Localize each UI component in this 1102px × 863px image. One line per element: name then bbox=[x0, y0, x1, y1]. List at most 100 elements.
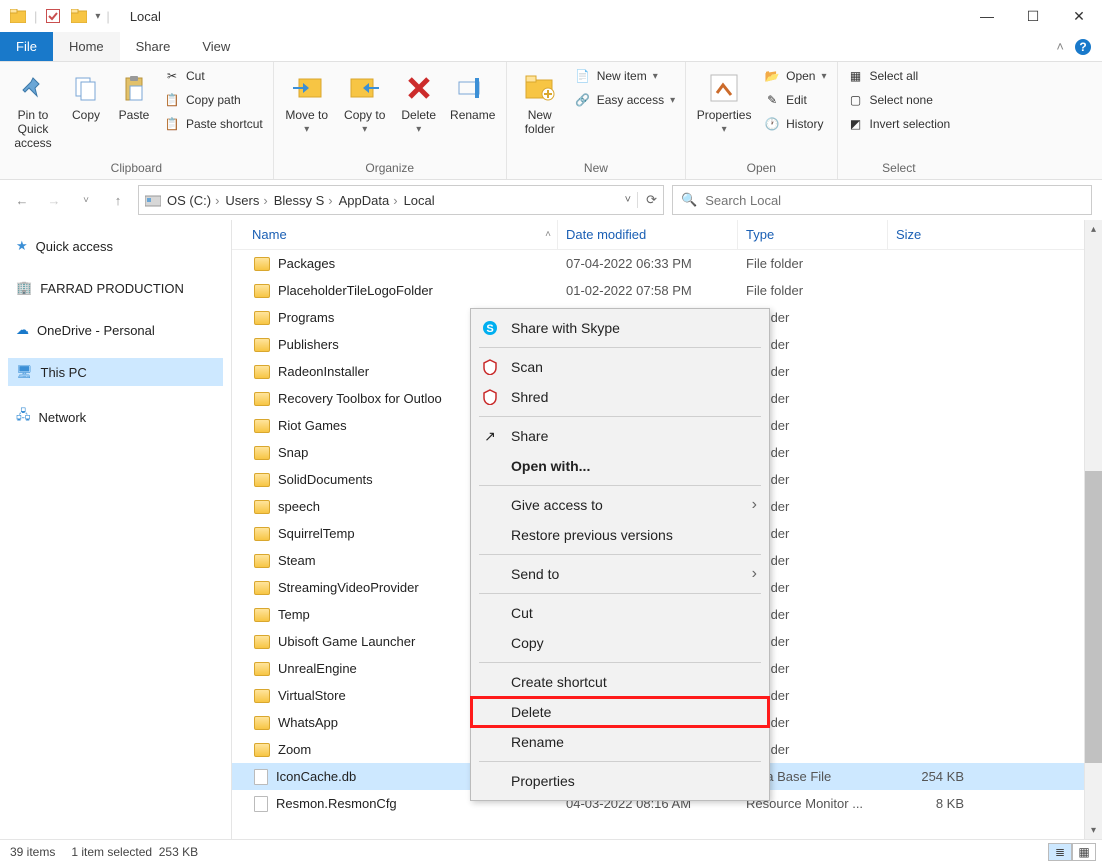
ctx-create-shortcut[interactable]: Create shortcut bbox=[471, 667, 769, 697]
nav-farrad[interactable]: 🏢 FARRAD PRODUCTION bbox=[8, 274, 223, 302]
nav-onedrive[interactable]: ☁ OneDrive - Personal bbox=[8, 316, 223, 344]
ctx-rename[interactable]: Rename bbox=[471, 727, 769, 757]
nav-back-button[interactable]: ← bbox=[10, 188, 34, 212]
ctx-copy[interactable]: Copy bbox=[471, 628, 769, 658]
col-size[interactable]: Size bbox=[888, 220, 978, 249]
file-name: Publishers bbox=[278, 337, 339, 352]
qat-checkbox-icon[interactable] bbox=[43, 6, 63, 26]
address-bar[interactable]: OS (C:)› Users› Blessy S› AppData› Local… bbox=[138, 185, 664, 215]
pin-to-quick-access-button[interactable]: Pin to Quick access bbox=[6, 66, 60, 154]
properties-button[interactable]: Properties▾ bbox=[692, 66, 756, 139]
breadcrumb-users[interactable]: Users› bbox=[225, 193, 267, 208]
col-type[interactable]: Type bbox=[738, 220, 888, 249]
breadcrumb-drive[interactable]: OS (C:)› bbox=[167, 193, 219, 208]
new-folder-button[interactable]: New folder bbox=[513, 66, 567, 140]
breadcrumb-user[interactable]: Blessy S› bbox=[274, 193, 333, 208]
ctx-shred[interactable]: Shred bbox=[471, 382, 769, 412]
cut-button[interactable]: ✂Cut bbox=[160, 66, 267, 86]
folder-icon bbox=[254, 743, 270, 757]
tab-home[interactable]: Home bbox=[53, 32, 120, 61]
folder-icon bbox=[254, 608, 270, 622]
copy-to-icon bbox=[347, 70, 383, 106]
ctx-properties[interactable]: Properties bbox=[471, 766, 769, 796]
ctx-share[interactable]: ↗Share bbox=[471, 421, 769, 451]
folder-icon bbox=[254, 689, 270, 703]
rename-button[interactable]: Rename bbox=[446, 66, 500, 126]
select-none-button[interactable]: ▢Select none bbox=[844, 90, 955, 110]
group-label: Open bbox=[692, 159, 830, 177]
scroll-up-button[interactable]: ▴ bbox=[1085, 220, 1102, 238]
ribbon-collapse-icon[interactable]: ˄ bbox=[1056, 39, 1064, 54]
paste-button[interactable]: Paste bbox=[112, 66, 156, 126]
folder-icon bbox=[254, 473, 270, 487]
col-date[interactable]: Date modified bbox=[558, 220, 738, 249]
address-dropdown-icon[interactable]: ˅ bbox=[625, 194, 631, 206]
nav-recent-button[interactable]: ˅ bbox=[74, 188, 98, 212]
rename-icon bbox=[455, 70, 491, 106]
edit-icon: ✎ bbox=[764, 92, 780, 108]
nav-network[interactable]: 🖧 Network bbox=[8, 400, 223, 434]
vertical-scrollbar[interactable]: ▴ ▾ bbox=[1084, 220, 1102, 839]
file-row[interactable]: Packages07-04-2022 06:33 PMFile folder bbox=[232, 250, 1084, 277]
view-details-button[interactable]: ≣ bbox=[1048, 843, 1072, 861]
copy-path-button[interactable]: 📋Copy path bbox=[160, 90, 267, 110]
file-name: Steam bbox=[278, 553, 316, 568]
folder-icon bbox=[254, 284, 270, 298]
new-folder-icon bbox=[522, 70, 558, 106]
qat-divider: | bbox=[106, 9, 109, 24]
nav-forward-button[interactable]: → bbox=[42, 188, 66, 212]
tab-view[interactable]: View bbox=[186, 32, 246, 61]
file-row[interactable]: PlaceholderTileLogoFolder01-02-2022 07:5… bbox=[232, 277, 1084, 304]
new-item-button[interactable]: 📄New item ▾ bbox=[571, 66, 679, 86]
qat-dropdown-icon[interactable]: ▾ bbox=[95, 11, 100, 22]
maximize-button[interactable]: ☐ bbox=[1010, 0, 1056, 32]
folder-icon bbox=[254, 500, 270, 514]
group-clipboard: Pin to Quick access Copy Paste ✂Cut 📋Cop… bbox=[0, 62, 274, 179]
search-box[interactable]: 🔍 bbox=[672, 185, 1092, 215]
tab-share[interactable]: Share bbox=[120, 32, 187, 61]
scrollbar-thumb[interactable] bbox=[1085, 471, 1102, 763]
scroll-down-button[interactable]: ▾ bbox=[1085, 821, 1102, 839]
copy-button[interactable]: Copy bbox=[64, 66, 108, 126]
easy-access-button[interactable]: 🔗Easy access ▾ bbox=[571, 90, 679, 110]
invert-selection-button[interactable]: ◩Invert selection bbox=[844, 114, 955, 134]
refresh-button[interactable]: ⟳ bbox=[637, 192, 657, 208]
edit-button[interactable]: ✎Edit bbox=[760, 90, 830, 110]
nav-this-pc[interactable]: 🖥 This PC bbox=[8, 358, 223, 386]
ctx-cut[interactable]: Cut bbox=[471, 598, 769, 628]
ctx-give-access[interactable]: Give access to› bbox=[471, 490, 769, 520]
move-to-button[interactable]: Move to▾ bbox=[280, 66, 334, 139]
column-headers: Name˄ Date modified Type Size bbox=[232, 220, 1084, 250]
ctx-open-with[interactable]: Open with... bbox=[471, 451, 769, 481]
file-name: Zoom bbox=[278, 742, 311, 757]
help-icon[interactable]: ? bbox=[1074, 38, 1092, 56]
folder-icon bbox=[254, 716, 270, 730]
close-button[interactable]: ✕ bbox=[1056, 0, 1102, 32]
nav-up-button[interactable]: ↑ bbox=[106, 188, 130, 212]
network-icon: 🖧 bbox=[16, 406, 31, 428]
breadcrumb-appdata[interactable]: AppData› bbox=[339, 193, 398, 208]
explorer-icon bbox=[8, 6, 28, 26]
select-all-button[interactable]: ▦Select all bbox=[844, 66, 955, 86]
history-button[interactable]: 🕐History bbox=[760, 114, 830, 134]
copy-to-button[interactable]: Copy to▾ bbox=[338, 66, 392, 139]
ctx-delete[interactable]: Delete bbox=[471, 697, 769, 727]
ctx-scan[interactable]: Scan bbox=[471, 352, 769, 382]
ctx-send-to[interactable]: Send to› bbox=[471, 559, 769, 589]
open-button[interactable]: 📂Open ▾ bbox=[760, 66, 830, 86]
ctx-share-skype[interactable]: SShare with Skype bbox=[471, 313, 769, 343]
qat-folder-icon[interactable] bbox=[69, 6, 89, 26]
cloud-icon: ☁ bbox=[16, 322, 29, 338]
view-large-button[interactable]: ▦ bbox=[1072, 843, 1096, 861]
breadcrumb-local[interactable]: Local bbox=[404, 193, 435, 208]
minimize-button[interactable]: — bbox=[964, 0, 1010, 32]
col-name[interactable]: Name˄ bbox=[232, 220, 558, 249]
ctx-restore-versions[interactable]: Restore previous versions bbox=[471, 520, 769, 550]
tab-file[interactable]: File bbox=[0, 32, 53, 61]
group-label: New bbox=[513, 159, 679, 177]
folder-icon bbox=[254, 257, 270, 271]
nav-quick-access[interactable]: ★ Quick access bbox=[8, 232, 223, 260]
search-input[interactable] bbox=[705, 193, 1083, 208]
paste-shortcut-button[interactable]: 📋Paste shortcut bbox=[160, 114, 267, 134]
delete-button[interactable]: Delete▾ bbox=[396, 66, 442, 139]
